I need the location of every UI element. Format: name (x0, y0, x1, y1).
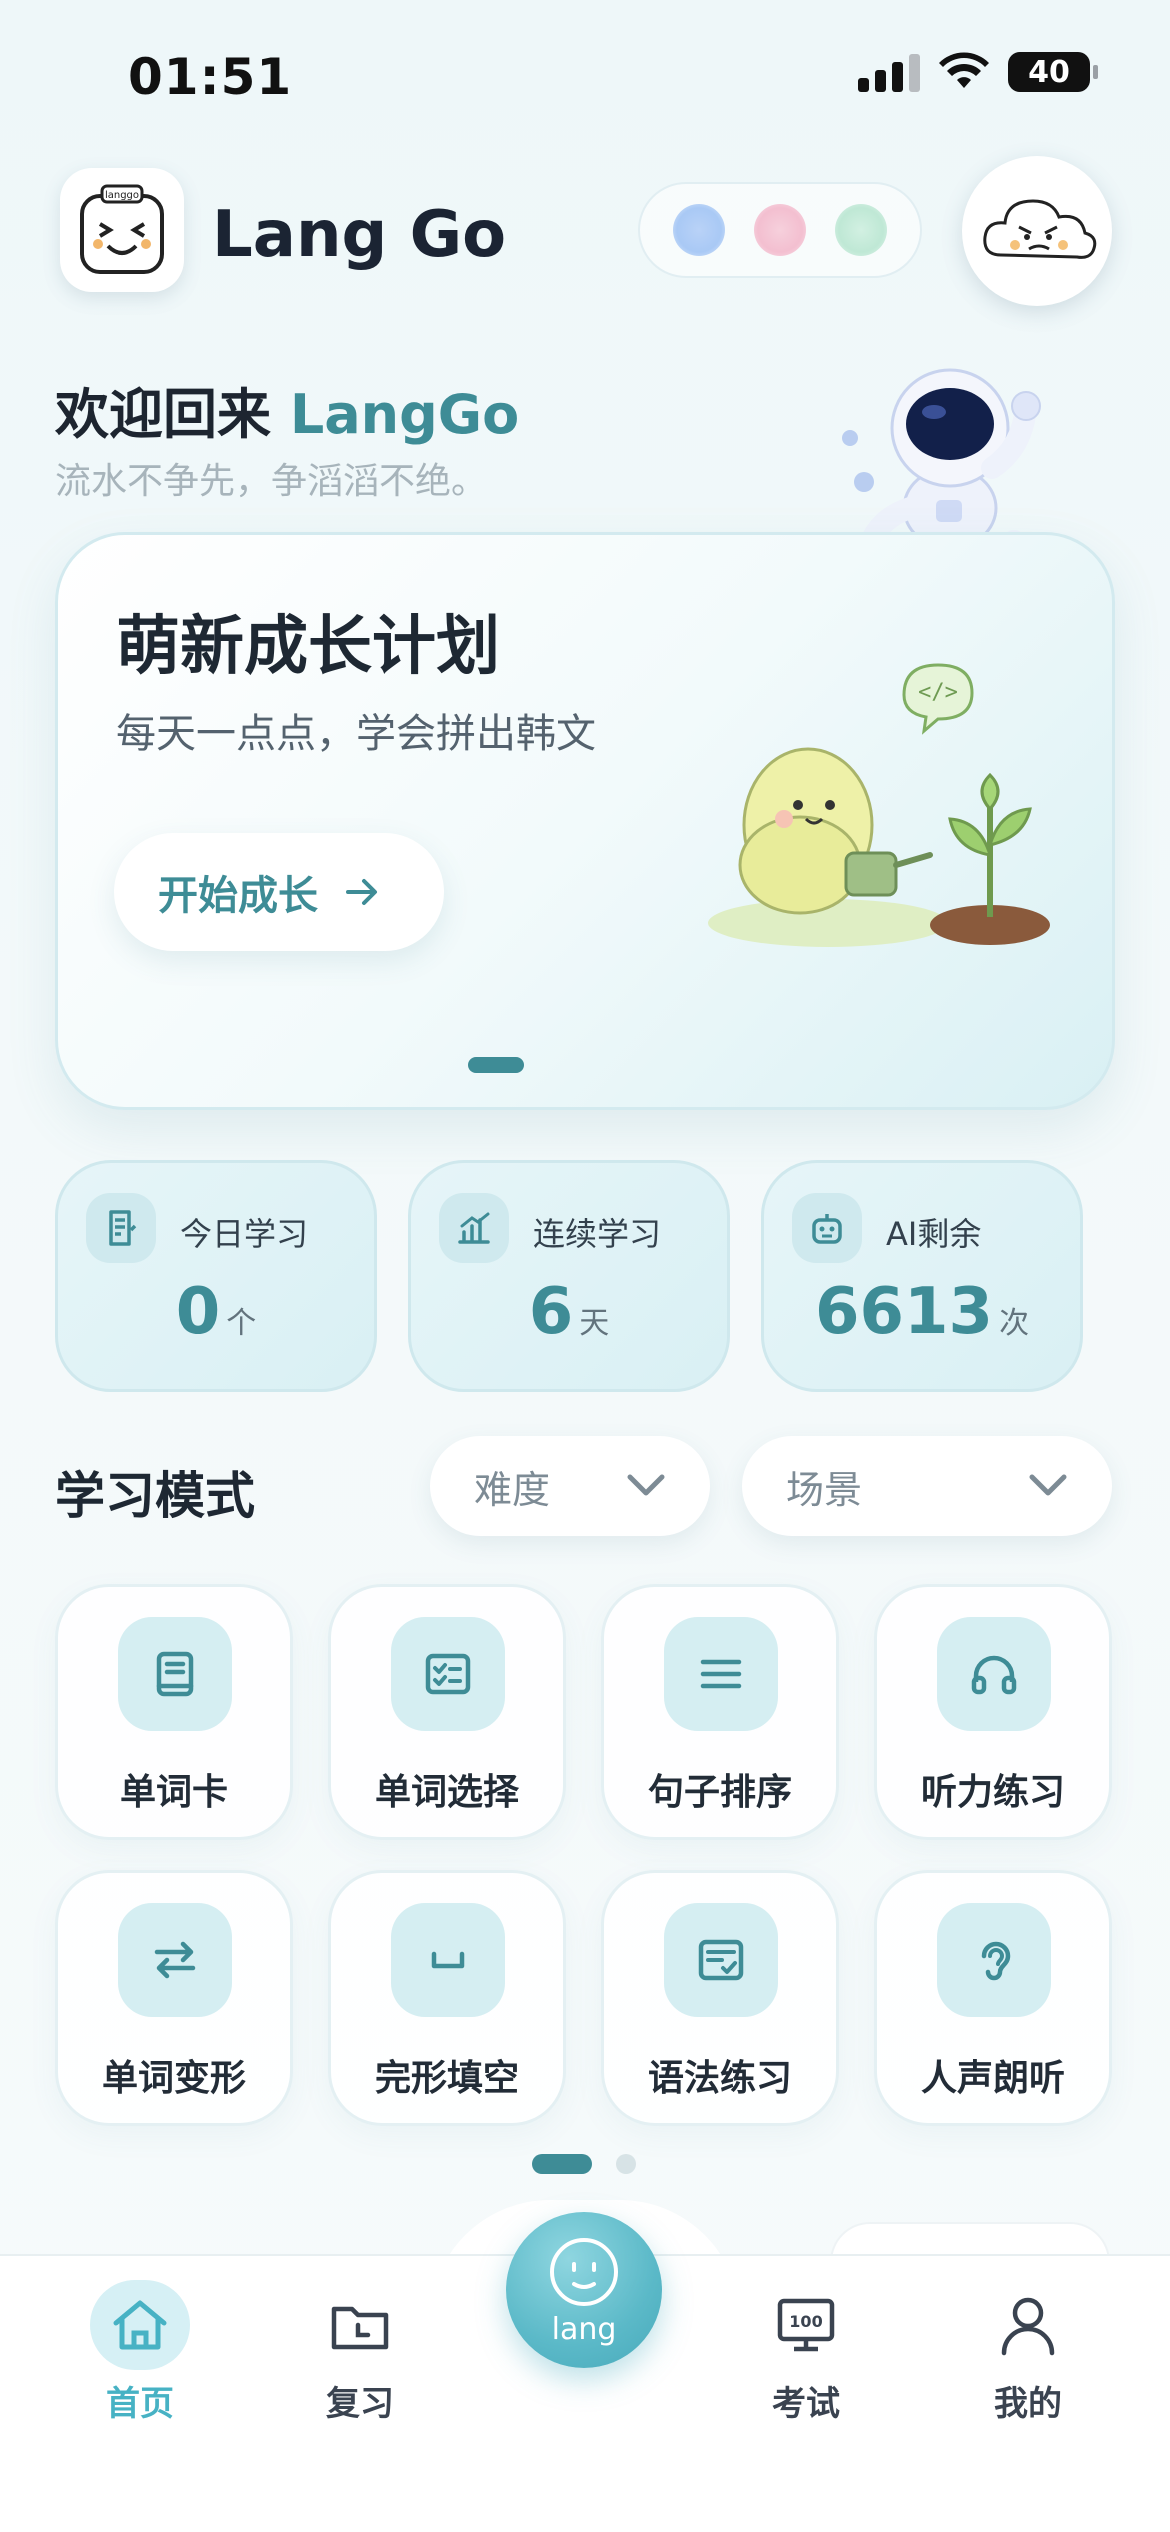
theme-dot-green[interactable] (835, 204, 888, 256)
tab-label: 考试 (772, 2384, 840, 2424)
stat-number: 6 (528, 1275, 574, 1349)
mode-label: 单词变形 (101, 2058, 246, 2099)
center-button-label: lang (551, 2311, 617, 2347)
banner-page-indicator (468, 1057, 524, 1073)
center-lang-button[interactable]: lang (506, 2212, 662, 2368)
mode-word-cards[interactable]: 单词卡 (55, 1584, 293, 1840)
mode-listening[interactable]: 听力练习 (874, 1584, 1112, 1840)
tab-label: 首页 (106, 2384, 174, 2424)
banner-subtitle: 每天一点点，学会拼出韩文 (116, 711, 596, 757)
app-title: Lang Go (212, 198, 507, 272)
stat-number: 6613 (814, 1275, 994, 1349)
wifi-icon (939, 52, 989, 88)
stat-value: 6613 次 (764, 1275, 1080, 1349)
blank-icon (391, 1903, 505, 2017)
mode-label: 句子排序 (647, 1772, 792, 1813)
scene-dropdown[interactable]: 场景 (742, 1436, 1112, 1536)
modes-page-indicator[interactable] (616, 2154, 636, 2174)
smiley-icon (550, 2237, 618, 2306)
chevron-down-icon (627, 1474, 665, 1496)
theme-dot-pink[interactable] (753, 204, 806, 256)
exam-100-icon: 100 (756, 2280, 856, 2370)
robot-icon (792, 1193, 862, 1263)
mode-grammar[interactable]: 语法练习 (601, 1870, 839, 2126)
ear-icon (937, 1903, 1051, 2017)
tab-review[interactable]: 复习 (290, 2280, 430, 2425)
stat-today-learning: 今日学习 0个 (55, 1160, 377, 1392)
welcome-username: LangGo (289, 383, 520, 446)
user-icon (978, 2280, 1078, 2370)
stat-streak: 连续学习 6天 (408, 1160, 730, 1392)
stat-label: AI剩余 (886, 1215, 982, 1253)
stat-label: 连续学习 (533, 1215, 662, 1253)
tab-label: 我的 (994, 2384, 1062, 2424)
home-icon (90, 2280, 190, 2370)
tab-label: 复习 (326, 2384, 394, 2424)
modes-page-indicator-active[interactable] (532, 2154, 592, 2174)
mode-label: 听力练习 (920, 1772, 1065, 1813)
stat-value: 6天 (411, 1275, 727, 1349)
growth-plan-banner[interactable]: 萌新成长计划 每天一点点，学会拼出韩文 开始成长 </> (55, 532, 1115, 1110)
tab-profile[interactable]: 我的 (958, 2280, 1098, 2425)
book-icon (118, 1617, 232, 1731)
growth-chart-icon (439, 1193, 509, 1263)
start-growth-label: 开始成长 (158, 873, 318, 919)
tab-exam[interactable]: 100 考试 (736, 2280, 876, 2425)
status-time: 01:51 (128, 48, 293, 106)
welcome-heading: 欢迎回来 LangGo (55, 370, 519, 449)
folder-clock-icon (310, 2280, 410, 2370)
theme-switcher[interactable] (638, 182, 922, 278)
stat-value: 0个 (58, 1275, 374, 1349)
mode-word-choice[interactable]: 单词选择 (328, 1584, 566, 1840)
tab-home[interactable]: 首页 (70, 2280, 210, 2425)
app-logo[interactable]: langgo (60, 168, 184, 292)
mode-voice-listening[interactable]: 人声朗听 (874, 1870, 1112, 2126)
headphones-icon (937, 1617, 1051, 1731)
logo-face-icon: langgo (80, 184, 164, 274)
cellular-signal-icon (858, 52, 920, 92)
chevron-down-icon (1029, 1474, 1067, 1496)
mode-section-title: 学习模式 (55, 1467, 255, 1525)
dropdown-label: 难度 (474, 1467, 551, 1512)
plant-character-illustration: </> (708, 663, 1050, 947)
banner-title: 萌新成长计划 (116, 610, 500, 684)
mode-sentence-order[interactable]: 句子排序 (601, 1584, 839, 1840)
mode-word-transform[interactable]: 单词变形 (55, 1870, 293, 2126)
stat-ai-remaining: AI剩余 6613 次 (761, 1160, 1083, 1392)
start-growth-button[interactable]: 开始成长 (114, 833, 444, 951)
battery-level: 40 (1028, 54, 1070, 90)
welcome-greeting: 欢迎回来 (55, 383, 290, 446)
mode-label: 语法练习 (647, 2058, 792, 2099)
status-icons: 40 (858, 52, 1098, 92)
user-avatar[interactable] (962, 156, 1112, 306)
mode-label: 单词选择 (374, 1772, 519, 1813)
mode-label: 完形填空 (374, 2058, 519, 2099)
angry-cloud-icon (983, 199, 1097, 259)
theme-dot-blue[interactable] (672, 204, 725, 256)
stat-number: 0 (175, 1275, 221, 1349)
difficulty-dropdown[interactable]: 难度 (430, 1436, 710, 1536)
dropdown-label: 场景 (786, 1467, 863, 1512)
grammar-icon (664, 1903, 778, 2017)
mode-cloze[interactable]: 完形填空 (328, 1870, 566, 2126)
logo-text: langgo (105, 190, 139, 201)
stat-unit: 个 (226, 1306, 257, 1341)
document-icon (86, 1193, 156, 1263)
stat-label: 今日学习 (180, 1215, 309, 1253)
swap-arrows-icon (118, 1903, 232, 2017)
svg-text:</>: </> (918, 680, 958, 705)
exam-icon-text: 100 (789, 2312, 822, 2331)
battery-icon: 40 (1008, 52, 1098, 92)
stat-unit: 次 (999, 1306, 1030, 1341)
checklist-icon (391, 1617, 505, 1731)
motto-text: 流水不争先，争滔滔不绝。 (55, 461, 488, 502)
mode-label: 单词卡 (119, 1772, 228, 1813)
lines-icon (664, 1617, 778, 1731)
arrow-right-icon (346, 879, 377, 905)
mode-label: 人声朗听 (920, 2058, 1065, 2099)
stat-unit: 天 (579, 1306, 610, 1341)
